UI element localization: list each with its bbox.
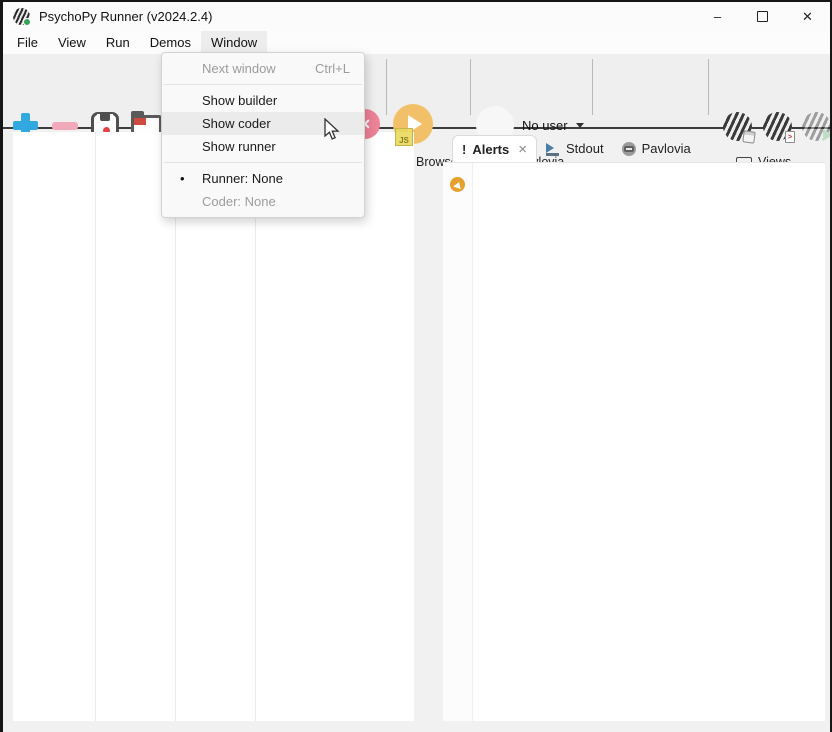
remove-task-button[interactable] [52, 122, 78, 130]
exclamation-icon: ! [462, 142, 466, 157]
menu-item-runner-none[interactable]: • Runner: None [162, 167, 364, 190]
maximize-icon [757, 11, 768, 22]
terminal-icon [546, 143, 560, 155]
minimize-button[interactable]: – [695, 2, 740, 31]
bullet-icon: • [180, 167, 185, 190]
menu-item-coder-none: Coder: None [162, 190, 364, 213]
psychopy-runner-window: PsychoPy Runner (v2024.2.4) – ✕ File Vie… [0, 0, 832, 732]
menu-run[interactable]: Run [96, 31, 140, 54]
tab-close-icon[interactable]: × [518, 141, 527, 158]
shortcut-label: Ctrl+L [315, 57, 350, 80]
chevron-down-icon[interactable] [576, 123, 584, 128]
menu-window[interactable]: Window [201, 31, 267, 54]
psychopy-logo-icon [13, 8, 30, 25]
close-button[interactable]: ✕ [785, 2, 830, 31]
menu-separator [164, 84, 362, 85]
alerts-panel-body [443, 162, 825, 723]
menu-item-next-window: Next window Ctrl+L [162, 57, 364, 80]
tab-bar: ! Alerts × Stdout Pavlovia [443, 135, 825, 162]
toolbar: Manage list ✕ p JS Browser No user Pavlo… [3, 54, 830, 129]
column-divider [95, 132, 96, 722]
menu-bar: File View Run Demos Window [3, 31, 830, 54]
tab-pavlovia[interactable]: Pavlovia [613, 135, 700, 162]
alerts-icon-strip [443, 163, 473, 723]
alert-level-icon[interactable] [450, 177, 465, 192]
task-list-panel[interactable] [13, 132, 414, 722]
js-badge-icon: JS [395, 128, 413, 146]
status-strip [3, 721, 830, 732]
menu-file[interactable]: File [7, 31, 48, 54]
output-panel: ! Alerts × Stdout Pavlovia [443, 135, 825, 723]
menu-view[interactable]: View [48, 31, 96, 54]
tab-stdout[interactable]: Stdout [537, 135, 613, 162]
user-name-label[interactable]: No user [522, 118, 568, 133]
title-bar: PsychoPy Runner (v2024.2.4) – ✕ [3, 2, 830, 31]
toolbar-separator [386, 59, 387, 115]
menu-item-show-builder[interactable]: Show builder [162, 89, 364, 112]
pavlovia-icon [622, 142, 636, 156]
column-divider [175, 132, 176, 722]
maximize-button[interactable] [740, 2, 785, 31]
menu-separator [164, 162, 362, 163]
window-controls: – ✕ [695, 2, 830, 31]
mouse-cursor [323, 118, 341, 142]
menu-demos[interactable]: Demos [140, 31, 201, 54]
tab-alerts[interactable]: ! Alerts × [452, 135, 537, 162]
window-title: PsychoPy Runner (v2024.2.4) [39, 9, 212, 24]
toolbar-separator [592, 59, 593, 115]
toolbar-separator [470, 59, 471, 115]
column-divider [255, 132, 256, 722]
toolbar-separator [708, 59, 709, 115]
